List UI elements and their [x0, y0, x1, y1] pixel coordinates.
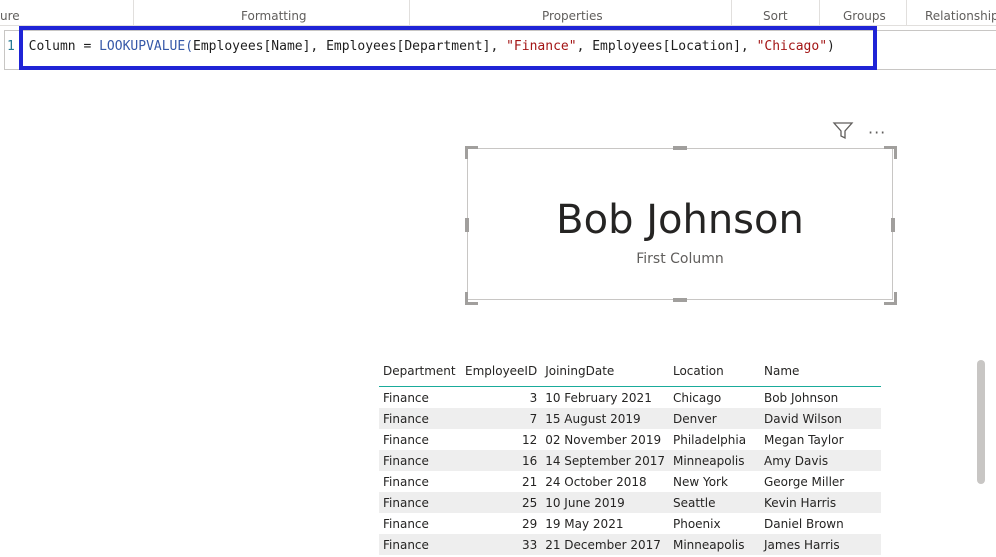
table-row[interactable]: Finance 12 02 November 2019 Philadelphia Meg… — [379, 429, 881, 450]
column-header-employeeid[interactable]: EmployeeID — [461, 360, 542, 387]
table-cell-name: George Miller — [763, 474, 845, 489]
column-header-location[interactable]: Location — [668, 360, 760, 387]
table-cell-name: Daniel Brown — [763, 516, 844, 531]
resize-handle-top-left[interactable] — [465, 146, 478, 159]
table-cell-employeeid: 33 — [461, 534, 542, 555]
table-cell-employeeid: 7 — [461, 408, 542, 429]
table-cell-employeeid: 12 — [521, 432, 538, 447]
table-cell-name: Bob Johnson — [763, 390, 839, 405]
table-cell-department: Finance — [383, 516, 429, 531]
vertical-scrollbar[interactable] — [977, 360, 985, 484]
table-cell-joiningdate: 14 September 2017 — [541, 450, 669, 471]
table-cell-employeeid: 21 — [521, 474, 538, 489]
table-cell-name: David Wilson — [759, 408, 881, 429]
table-cell-employeeid: 25 — [461, 492, 542, 513]
filter-icon[interactable] — [832, 121, 854, 141]
ribbon-group-properties: Properties — [542, 9, 603, 23]
table-row[interactable]: Finance 16 14 September 2017 Minneapolis Amy… — [379, 450, 881, 471]
table-cell-joiningdate: 02 November 2019 — [545, 432, 662, 447]
more-options-icon[interactable]: ··· — [868, 123, 886, 142]
table-cell-joiningdate: 21 December 2017 — [541, 534, 669, 555]
column-header-name[interactable]: Name — [759, 360, 881, 387]
table-cell-joiningdate: 10 June 2019 — [541, 492, 669, 513]
table-cell-location: Minneapolis — [668, 534, 760, 555]
ribbon: ure Formatting Properties Sort Groups Re… — [0, 0, 996, 26]
resize-handle-top-right[interactable] — [884, 146, 897, 159]
table-row[interactable]: Finance 25 10 June 2019 Seattle Kevin Harris — [379, 492, 881, 513]
table-cell-name: Amy Davis — [759, 450, 881, 471]
table-cell-location: Phoenix — [672, 516, 721, 531]
table-row[interactable]: Finance 29 19 May 2021 Phoenix Daniel Brown — [379, 513, 881, 534]
table-cell-location: Minneapolis — [668, 450, 760, 471]
highlight-box — [19, 26, 877, 70]
employees-table: Department EmployeeID JoiningDate Locati… — [379, 360, 881, 555]
resize-handle-top[interactable] — [673, 146, 687, 150]
table-cell-department: Finance — [383, 432, 429, 447]
resize-handle-left[interactable] — [465, 218, 469, 232]
card-header-actions: ··· — [832, 121, 892, 143]
column-header-joiningdate[interactable]: JoiningDate — [541, 360, 669, 387]
table-row[interactable]: Finance 7 15 August 2019 Denver David Wilson — [379, 408, 881, 429]
resize-handle-bottom-left[interactable] — [465, 292, 478, 305]
column-header-department[interactable]: Department — [379, 360, 461, 387]
table-cell-department: Finance — [383, 474, 429, 489]
table-visual[interactable]: Department EmployeeID JoiningDate Locati… — [379, 360, 881, 555]
table-row[interactable]: Finance 21 24 October 2018 New York George M… — [379, 471, 881, 492]
table-cell-location: Denver — [668, 408, 760, 429]
table-cell-name: Megan Taylor — [763, 432, 844, 447]
resize-handle-right[interactable] — [891, 218, 895, 232]
table-cell-employeeid: 16 — [461, 450, 542, 471]
ribbon-group-formatting: Formatting — [241, 9, 307, 23]
table-cell-location: New York — [672, 474, 728, 489]
resize-handle-bottom-right[interactable] — [884, 292, 897, 305]
table-header-row: Department EmployeeID JoiningDate Locati… — [379, 360, 881, 387]
table-cell-department: Finance — [379, 534, 461, 555]
table-cell-department: Finance — [379, 450, 461, 471]
table-cell-location: Philadelphia — [672, 432, 747, 447]
table-cell-location: Chicago — [672, 390, 722, 405]
table-cell-department: Finance — [383, 390, 429, 405]
table-row[interactable]: Finance 3 10 February 2021 Chicago Bob Johns… — [379, 387, 881, 409]
table-cell-joiningdate: 24 October 2018 — [545, 474, 647, 489]
formula-line-number: 1 — [7, 39, 15, 54]
ribbon-group-sort: Sort — [763, 9, 788, 23]
card-value: Bob Johnson — [556, 197, 804, 243]
table-row[interactable]: Finance 33 21 December 2017 Minneapolis Jame… — [379, 534, 881, 555]
table-cell-department: Finance — [379, 492, 461, 513]
ribbon-group-relationships: Relationships — [925, 9, 996, 23]
table-cell-joiningdate: 19 May 2021 — [545, 516, 624, 531]
table-cell-joiningdate: 10 February 2021 — [545, 390, 652, 405]
ribbon-group-measure: ure — [0, 9, 20, 23]
table-cell-employeeid: 29 — [521, 516, 538, 531]
table-cell-employeeid: 3 — [529, 390, 538, 405]
table-cell-department: Finance — [379, 408, 461, 429]
table-cell-joiningdate: 15 August 2019 — [541, 408, 669, 429]
card-visual[interactable]: Bob Johnson First Column — [467, 148, 893, 300]
table-cell-name: James Harris — [759, 534, 881, 555]
ribbon-group-groups: Groups — [843, 9, 886, 23]
resize-handle-bottom[interactable] — [673, 298, 687, 302]
table-cell-name: Kevin Harris — [759, 492, 881, 513]
table-cell-location: Seattle — [668, 492, 760, 513]
card-caption: First Column — [636, 251, 724, 267]
